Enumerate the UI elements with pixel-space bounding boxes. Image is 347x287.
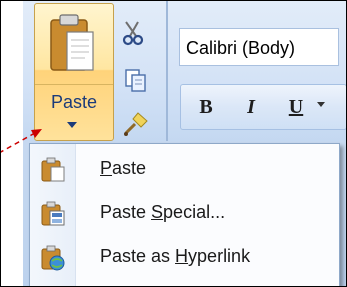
menu-item-paste-as-hyperlink[interactable]: Paste as Hyperlink bbox=[30, 238, 339, 278]
paste-icon bbox=[41, 157, 65, 182]
paste-dropdown-menu: Paste Paste Special... Paste as Hyperlin… bbox=[29, 143, 340, 286]
paste-hyperlink-icon bbox=[41, 245, 65, 271]
menu-item-label[interactable]: Paste bbox=[100, 158, 146, 179]
word-ribbon-screenshot: Paste Calibri (Body) B I U Paste Paste S… bbox=[0, 0, 347, 287]
menu-item-paste[interactable]: Paste bbox=[30, 150, 339, 190]
menu-item-label[interactable]: Paste as Hyperlink bbox=[100, 246, 250, 267]
menu-item-paste-special[interactable]: Paste Special... bbox=[30, 194, 339, 234]
paste-special-icon bbox=[41, 201, 65, 226]
menu-item-label[interactable]: Paste Special... bbox=[100, 202, 225, 223]
